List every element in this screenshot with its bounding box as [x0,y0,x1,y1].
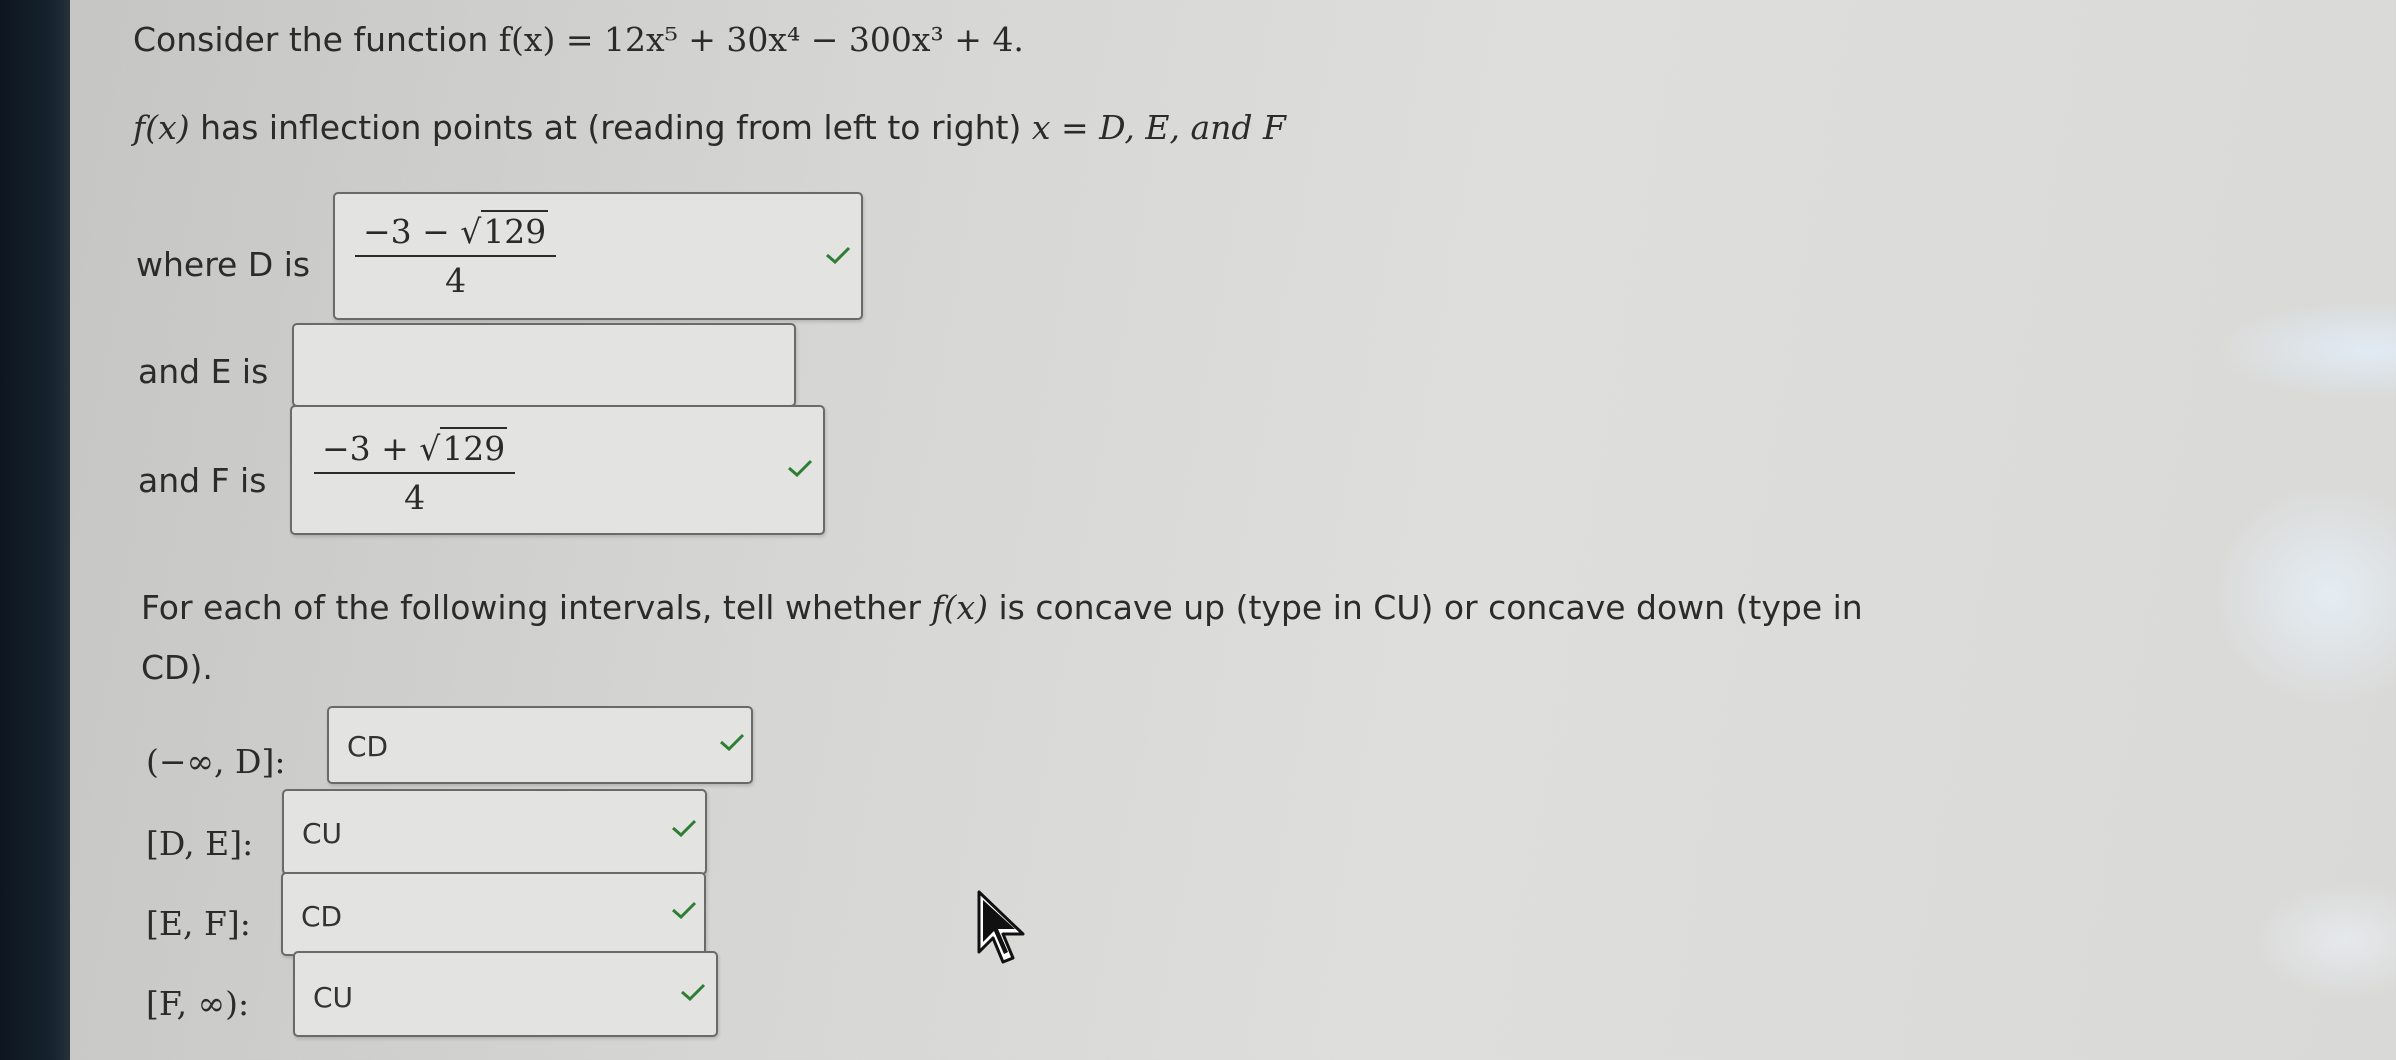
interval-value: CU [313,981,354,1014]
inflection-line: f(x) has inflection points at (reading f… [133,108,1286,147]
function-definition: f(x) = 12x⁵ + 30x⁴ − 300x³ + 4. [498,20,1024,59]
interval-value: CD [347,730,389,763]
concavity-prompt-cont: CD). [141,648,213,687]
screen-bezel [0,0,70,1060]
f-numerator: −3 + √ [322,429,441,468]
inflection-text: has inflection points at (reading from l… [200,108,1022,147]
check-icon [671,901,697,920]
check-icon [680,983,706,1002]
e-label: and E is [138,352,269,391]
interval-value: CU [302,817,343,850]
e-answer-field[interactable] [292,323,796,407]
glare [2250,880,2396,1000]
glare [2210,480,2396,710]
d-answer-field[interactable]: −3 − √129 4 [333,192,863,320]
interval-value: CD [301,900,343,933]
interval-answer-field[interactable]: CU [282,789,707,875]
d-label: where D is [136,245,311,284]
fx-symbol: f(x) [133,108,190,147]
interval-label: [F, ∞): [146,984,250,1023]
interval-label: [D, E]: [146,824,254,863]
check-icon [787,459,813,478]
check-icon [825,246,851,265]
f-fraction: −3 + √129 4 [314,427,516,517]
d-radicand: 129 [481,210,549,251]
check-icon [671,819,697,838]
glare [2215,300,2396,400]
prompt-fx: f(x) [931,588,988,627]
interval-label: [E, F]: [146,904,251,943]
f-answer-field[interactable]: −3 + √129 4 [290,405,825,535]
f-label: and F is [138,461,267,500]
interval-label: (−∞, D]: [146,742,286,781]
inflection-vars: x = D, E, and F [1031,108,1286,147]
d-numerator: −3 − √ [363,212,482,251]
d-fraction: −3 − √129 4 [355,210,557,300]
intro-line: Consider the function f(x) = 12x⁵ + 30x⁴… [133,20,1024,59]
interval-answer-field[interactable]: CD [327,706,753,784]
interval-answer-field[interactable]: CD [281,872,706,956]
prompt-a: For each of the following intervals, tel… [141,588,921,627]
interval-answer-field[interactable]: CU [293,951,718,1037]
check-icon [719,733,745,752]
prompt-b: is concave up (type in CU) or concave do… [998,588,1863,627]
f-radicand: 129 [440,427,508,468]
intro-prefix: Consider the function [133,20,489,59]
concavity-prompt: For each of the following intervals, tel… [141,588,1863,627]
f-denominator: 4 [404,478,426,517]
mouse-cursor-icon [975,890,1035,974]
d-denominator: 4 [445,261,467,300]
